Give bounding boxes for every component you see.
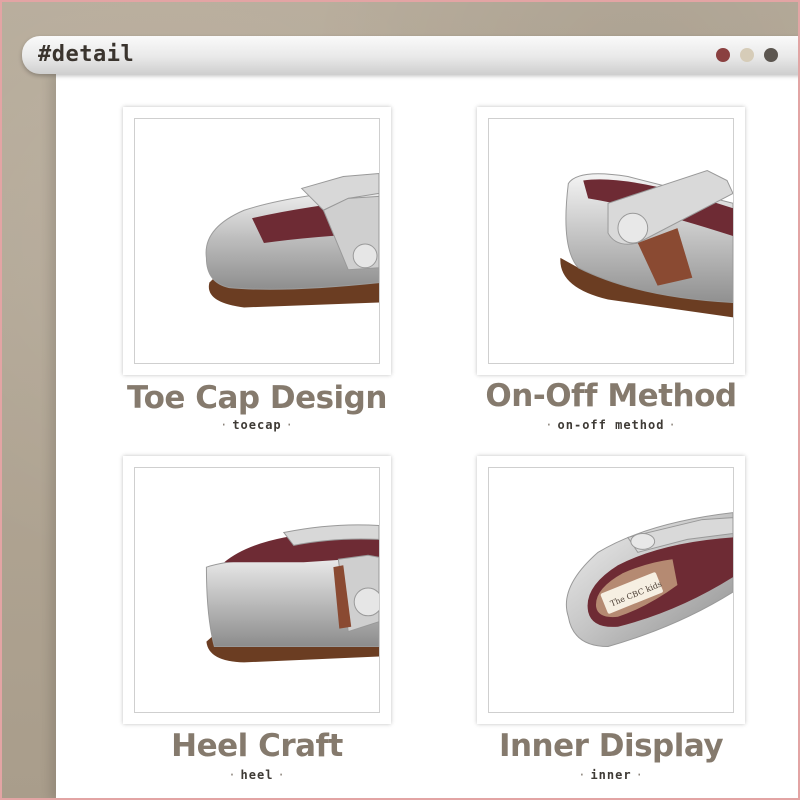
inner-photo: The CBC kids bbox=[488, 467, 734, 713]
detail-card-inner: The CBC kids bbox=[477, 456, 745, 724]
subtitle-text-heel: heel bbox=[240, 768, 274, 782]
shoe-insole-image: The CBC kids bbox=[565, 512, 733, 648]
window-dot-beige[interactable] bbox=[740, 48, 754, 62]
detail-card-toecap bbox=[123, 107, 391, 375]
toe-cap-photo bbox=[134, 118, 380, 364]
window-dot-red[interactable] bbox=[716, 48, 730, 62]
subtitle-text-toecap: toecap bbox=[232, 418, 282, 432]
window-dot-gray[interactable] bbox=[764, 48, 778, 62]
heel-photo bbox=[134, 467, 380, 713]
caption-subtitle-heel: · heel · bbox=[228, 768, 286, 782]
window-title: #detail bbox=[38, 42, 135, 67]
detail-card-heel bbox=[123, 456, 391, 724]
caption-title-heel: Heel Craft bbox=[171, 728, 343, 764]
caption-title-on-off: On-Off Method bbox=[485, 378, 737, 414]
caption-title-toecap: Toe Cap Design bbox=[127, 380, 387, 416]
caption-subtitle-on-off: · on-off method · bbox=[545, 418, 677, 432]
caption-subtitle-toecap: · toecap · bbox=[220, 418, 294, 432]
caption-title-inner: Inner Display bbox=[498, 728, 724, 764]
caption-subtitle-inner: · inner · bbox=[578, 768, 644, 782]
subtitle-text-on-off: on-off method bbox=[557, 418, 665, 432]
window-titlebar: #detail bbox=[22, 36, 800, 74]
on-off-photo bbox=[488, 118, 734, 364]
shoe-strap-button-image bbox=[560, 170, 733, 318]
shoe-heel-image bbox=[205, 524, 379, 663]
shoe-toe-cap-image bbox=[205, 173, 379, 308]
subtitle-text-inner: inner bbox=[590, 768, 632, 782]
detail-card-on-off bbox=[477, 107, 745, 375]
